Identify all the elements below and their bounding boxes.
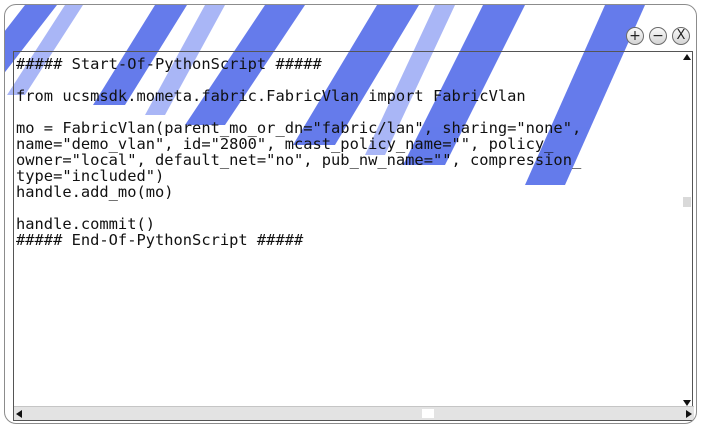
code-line: handle.add_mo(mo) [16,183,174,201]
code-line: from ucsmsdk.mometa.fabric.FabricVlan im… [16,87,526,105]
zoom-out-button[interactable]: − [649,27,667,45]
horizontal-scroll-thumb[interactable] [422,409,434,418]
vertical-scrollbar[interactable] [682,52,692,406]
code-text[interactable]: ##### Start-Of-PythonScript #####​from u… [16,56,692,248]
code-line: owner="local", default_net="no", pub_nw_… [16,151,582,169]
script-window: + − X ##### Start-Of-PythonScript #####​… [4,4,697,424]
code-line: ##### End-Of-PythonScript ##### [16,231,304,249]
close-button[interactable]: X [672,27,690,45]
code-line: type="included") [16,167,165,185]
code-line: mo = FabricVlan(parent_mo_or_dn="fabric/… [16,119,582,137]
scroll-up-arrow-icon[interactable] [683,54,691,60]
zoom-in-button[interactable]: + [626,27,644,45]
vertical-scroll-thumb[interactable] [683,197,691,207]
code-line: ​ [16,104,692,120]
code-line: handle.commit() [16,215,155,233]
scroll-right-arrow-icon[interactable] [686,410,692,418]
scroll-left-arrow-icon[interactable] [16,410,22,418]
code-line: ​ [16,200,692,216]
code-line: ##### Start-Of-PythonScript ##### [16,55,322,73]
horizontal-scrollbar[interactable] [14,406,694,420]
code-line: name="demo_vlan", id="2800", mcast_polic… [16,135,554,153]
code-editor[interactable]: ##### Start-Of-PythonScript #####​from u… [13,51,694,421]
window-controls: + − X [626,27,690,45]
code-line: ​ [16,72,692,88]
